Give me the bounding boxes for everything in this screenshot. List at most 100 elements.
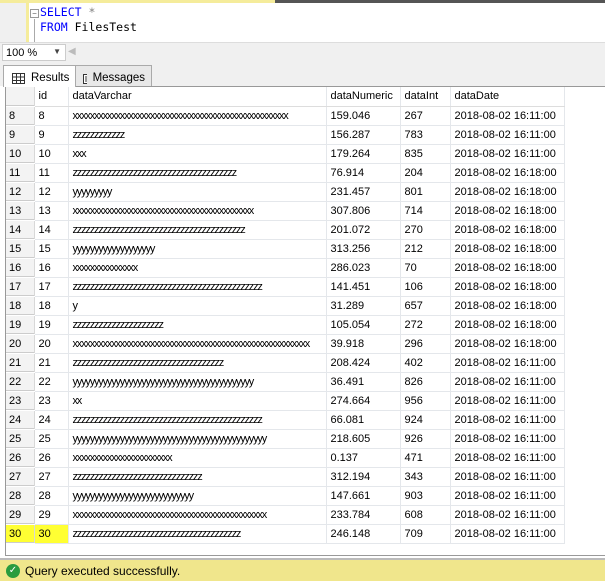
cell-data-numeric[interactable]: 233.784 <box>326 505 401 525</box>
cell-data-numeric[interactable]: 105.054 <box>326 315 401 335</box>
cell-data-numeric[interactable]: 307.806 <box>326 201 401 221</box>
cell-data-numeric[interactable]: 66.081 <box>326 410 401 430</box>
table-row[interactable]: 18 18 y 31.289 657 2018-08-02 16:18:00 <box>6 296 565 316</box>
cell-id[interactable]: 27 <box>34 467 69 487</box>
cell-data-varchar[interactable]: yyyyyyyyyyyyyyyyyyyyyyyyyyyy <box>68 486 327 506</box>
cell-data-int[interactable]: 204 <box>400 163 451 183</box>
cell-id[interactable]: 10 <box>34 144 69 164</box>
table-row[interactable]: 28 28 yyyyyyyyyyyyyyyyyyyyyyyyyyyy 147.661 9… <box>6 486 565 506</box>
row-header[interactable]: 20 <box>6 334 35 354</box>
cell-data-numeric[interactable]: 218.605 <box>326 429 401 449</box>
cell-data-numeric[interactable]: 286.023 <box>326 258 401 278</box>
cell-data-int[interactable]: 657 <box>400 296 451 316</box>
cell-data-date[interactable]: 2018-08-02 16:11:00 <box>450 448 565 468</box>
row-header[interactable]: 26 <box>6 448 35 468</box>
cell-data-numeric[interactable]: 179.264 <box>326 144 401 164</box>
table-row[interactable]: 25 25 yyyyyyyyyyyyyyyyyyyyyyyyyyyyyyyyyyyy… <box>6 429 565 449</box>
table-row[interactable]: 10 10 xxx 179.264 835 2018-08-02 16:11:00 <box>6 144 565 164</box>
table-row[interactable]: 14 14 zzzzzzzzzzzzzzzzzzzzzzzzzzzzzzzzzzzz… <box>6 220 565 240</box>
cell-data-varchar[interactable]: yyyyyyyyy <box>68 182 327 202</box>
cell-data-date[interactable]: 2018-08-02 16:18:00 <box>450 239 565 259</box>
cell-data-varchar[interactable]: zzzzzzzzzzzzzzzzzzzzzzzzzzzzzzzzzzzzzzzz… <box>68 277 327 297</box>
table-row[interactable]: 27 27 zzzzzzzzzzzzzzzzzzzzzzzzzzzzzz 312.19… <box>6 467 565 487</box>
cell-data-numeric[interactable]: 141.451 <box>326 277 401 297</box>
cell-data-varchar[interactable]: y <box>68 296 327 316</box>
row-header[interactable]: 23 <box>6 391 35 411</box>
cell-data-date[interactable]: 2018-08-02 16:11:00 <box>450 410 565 430</box>
cell-data-int[interactable]: 956 <box>400 391 451 411</box>
cell-data-date[interactable]: 2018-08-02 16:11:00 <box>450 125 565 145</box>
table-row[interactable]: 11 11 zzzzzzzzzzzzzzzzzzzzzzzzzzzzzzzzzzzz… <box>6 163 565 183</box>
tab-messages[interactable]: Messages <box>74 65 152 86</box>
cell-data-int[interactable]: 343 <box>400 467 451 487</box>
cell-data-int[interactable]: 709 <box>400 524 451 544</box>
table-row[interactable]: 15 15 yyyyyyyyyyyyyyyyyyy 313.256 212 2018-08… <box>6 239 565 259</box>
cell-id[interactable]: 15 <box>34 239 69 259</box>
cell-data-varchar[interactable]: yyyyyyyyyyyyyyyyyyyyyyyyyyyyyyyyyyyyyyyy… <box>68 372 327 392</box>
row-header[interactable]: 12 <box>6 182 35 202</box>
cell-id[interactable]: 20 <box>34 334 69 354</box>
cell-id[interactable]: 16 <box>34 258 69 278</box>
column-header-data-numeric[interactable]: dataNumeric <box>326 87 401 107</box>
cell-id[interactable]: 8 <box>34 106 69 126</box>
cell-data-date[interactable]: 2018-08-02 16:18:00 <box>450 334 565 354</box>
row-header[interactable]: 15 <box>6 239 35 259</box>
cell-data-int[interactable]: 296 <box>400 334 451 354</box>
cell-data-numeric[interactable]: 39.918 <box>326 334 401 354</box>
cell-id[interactable]: 12 <box>34 182 69 202</box>
table-row[interactable]: 19 19 zzzzzzzzzzzzzzzzzzzzz 105.054 272 2018-… <box>6 315 565 335</box>
row-header[interactable]: 18 <box>6 296 35 316</box>
cell-data-varchar[interactable]: zzzzzzzzzzzzzzzzzzzzzzzzzzzzzzzzzzz <box>68 353 327 373</box>
cell-data-varchar[interactable]: yyyyyyyyyyyyyyyyyyy <box>68 239 327 259</box>
cell-data-varchar[interactable]: zzzzzzzzzzzzzzzzzzzzzzzzzzzzzz <box>68 467 327 487</box>
column-header-data-date[interactable]: dataDate <box>450 87 565 107</box>
column-header-id[interactable]: id <box>34 87 69 107</box>
column-header-data-int[interactable]: dataInt <box>400 87 451 107</box>
cell-data-date[interactable]: 2018-08-02 16:11:00 <box>450 391 565 411</box>
cell-id[interactable]: 13 <box>34 201 69 221</box>
cell-data-varchar[interactable]: zzzzzzzzzzzz <box>68 125 327 145</box>
tab-results[interactable]: Results <box>3 65 77 87</box>
cell-data-numeric[interactable]: 246.148 <box>326 524 401 544</box>
zoom-select[interactable]: 100 % ▼ <box>2 44 66 61</box>
cell-data-varchar[interactable]: xxxxxxxxxxxxxxxxxxxxxxxxxxxxxxxxxxxxxxxx… <box>68 334 327 354</box>
cell-data-numeric[interactable]: 312.194 <box>326 467 401 487</box>
cell-data-date[interactable]: 2018-08-02 16:11:00 <box>450 486 565 506</box>
cell-data-numeric[interactable]: 156.287 <box>326 125 401 145</box>
cell-data-varchar[interactable]: xxx <box>68 144 327 164</box>
cell-data-numeric[interactable]: 31.289 <box>326 296 401 316</box>
table-row[interactable]: 8 8 xxxxxxxxxxxxxxxxxxxxxxxxxxxxxxxxxxxxxx… <box>6 106 565 126</box>
cell-id[interactable]: 9 <box>34 125 69 145</box>
cell-data-date[interactable]: 2018-08-02 16:18:00 <box>450 277 565 297</box>
cell-data-date[interactable]: 2018-08-02 16:11:00 <box>450 524 565 544</box>
cell-data-numeric[interactable]: 201.072 <box>326 220 401 240</box>
cell-data-int[interactable]: 106 <box>400 277 451 297</box>
cell-data-date[interactable]: 2018-08-02 16:11:00 <box>450 144 565 164</box>
cell-data-int[interactable]: 402 <box>400 353 451 373</box>
cell-data-date[interactable]: 2018-08-02 16:18:00 <box>450 220 565 240</box>
table-row[interactable]: 17 17 zzzzzzzzzzzzzzzzzzzzzzzzzzzzzzzzzzzz… <box>6 277 565 297</box>
row-header[interactable]: 14 <box>6 220 35 240</box>
row-header[interactable]: 11 <box>6 163 35 183</box>
cell-id[interactable]: 17 <box>34 277 69 297</box>
cell-id[interactable]: 30 <box>34 524 69 544</box>
cell-data-numeric[interactable]: 313.256 <box>326 239 401 259</box>
cell-id[interactable]: 25 <box>34 429 69 449</box>
table-row[interactable]: 24 24 zzzzzzzzzzzzzzzzzzzzzzzzzzzzzzzzzzzz… <box>6 410 565 430</box>
cell-data-varchar[interactable]: zzzzzzzzzzzzzzzzzzzzzzzzzzzzzzzzzzzzzzzz… <box>68 410 327 430</box>
cell-data-date[interactable]: 2018-08-02 16:11:00 <box>450 467 565 487</box>
table-row[interactable]: 12 12 yyyyyyyyy 231.457 801 2018-08-02 16:18:… <box>6 182 565 202</box>
cell-data-varchar[interactable]: xxxxxxxxxxxxxxx <box>68 258 327 278</box>
cell-id[interactable]: 29 <box>34 505 69 525</box>
cell-id[interactable]: 19 <box>34 315 69 335</box>
cell-data-int[interactable]: 903 <box>400 486 451 506</box>
cell-id[interactable]: 24 <box>34 410 69 430</box>
cell-id[interactable]: 23 <box>34 391 69 411</box>
cell-id[interactable]: 22 <box>34 372 69 392</box>
collapse-icon[interactable]: − <box>30 9 39 18</box>
cell-data-varchar[interactable]: zzzzzzzzzzzzzzzzzzzzzzzzzzzzzzzzzzzzzz <box>68 163 327 183</box>
row-header[interactable]: 29 <box>6 505 35 525</box>
cell-data-int[interactable]: 267 <box>400 106 451 126</box>
cell-data-numeric[interactable]: 231.457 <box>326 182 401 202</box>
query-editor[interactable]: − SELECT * FROM FilesTest <box>0 0 605 45</box>
